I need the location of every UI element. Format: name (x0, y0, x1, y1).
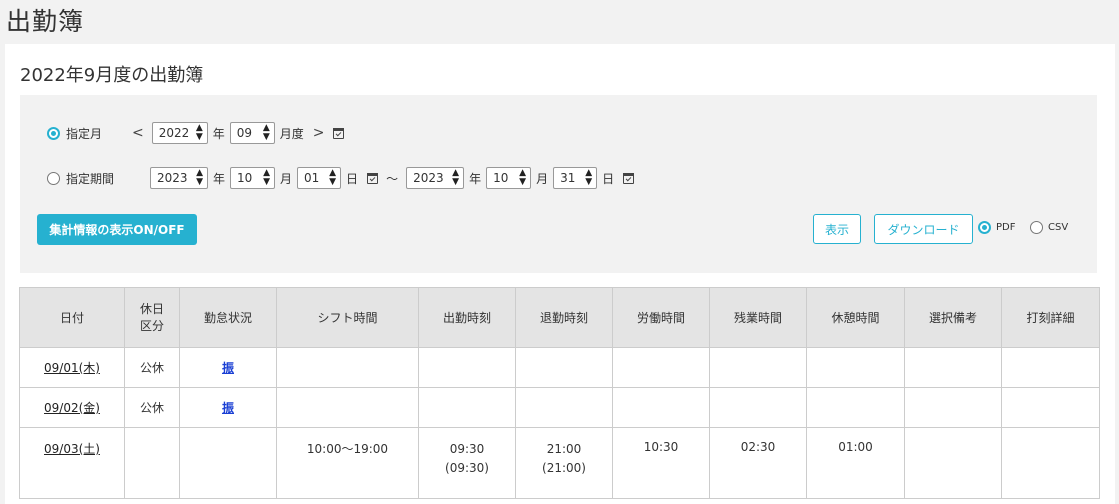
month-mode-radio[interactable] (47, 126, 60, 140)
note-cell (904, 427, 1002, 499)
end-year-select[interactable]: 2023 ▲ ▼ (406, 167, 465, 189)
period-mode-row: 指定期間 2023 ▲ ▼ 年 10 ▲ ▼ 月 01 ▲ ▼ 日 〜 2023 ▲ ▼ 年 1… (47, 167, 635, 189)
month-mode-label: 指定月 (66, 126, 103, 141)
status-link[interactable]: 振 (222, 361, 234, 375)
updown-icon: ▲ ▼ (195, 123, 203, 142)
card-title: 2022年9月度の出勤簿 (20, 65, 204, 86)
col-work-hours: 労働時間 (612, 287, 710, 348)
updown-icon: ▲ ▼ (263, 168, 271, 187)
clock-in-cell (418, 387, 516, 428)
updown-icon: ▲ ▼ (196, 168, 204, 187)
col-clock-out: 退勤時刻 (515, 287, 613, 348)
prev-month-icon[interactable]: < (132, 125, 144, 141)
format-pdf-option[interactable]: PDF (978, 221, 1015, 234)
holiday-cell (124, 427, 180, 499)
updown-icon: ▲ ▼ (452, 168, 460, 187)
range-separator: 〜 (386, 171, 399, 186)
detail-cell (1001, 427, 1100, 499)
start-year-select[interactable]: 2023 ▲ ▼ (150, 167, 209, 189)
attendance-table: 日付 休日区分 勤怠状況 シフト時間 出勤時刻 退勤時刻 労働時間 残業時間 休… (19, 287, 1100, 499)
shift-cell (276, 347, 419, 388)
next-month-icon[interactable]: > (313, 125, 325, 141)
download-button[interactable]: ダウンロード (874, 214, 973, 244)
overtime-cell: 02:30 (709, 427, 807, 499)
break-cell: 01:00 (806, 427, 905, 499)
col-holiday: 休日区分 (124, 287, 180, 348)
show-button[interactable]: 表示 (813, 214, 861, 244)
format-csv-option[interactable]: CSV (1030, 221, 1068, 234)
pdf-radio[interactable] (978, 221, 991, 234)
overtime-cell (709, 347, 807, 388)
date-link[interactable]: 09/01(木) (44, 361, 100, 375)
col-overtime: 残業時間 (709, 287, 807, 348)
shift-cell: 10:00〜19:00 (276, 427, 419, 499)
detail-cell (1001, 387, 1100, 428)
calendar-icon[interactable] (332, 127, 344, 139)
shift-cell (276, 387, 419, 428)
note-cell (904, 387, 1002, 428)
period-mode-radio[interactable] (47, 171, 60, 185)
overtime-cell (709, 387, 807, 428)
col-status: 勤怠状況 (179, 287, 277, 348)
holiday-cell: 公休 (124, 347, 180, 388)
month-mode-row: 指定月 < 2022 ▲ ▼ 年 09 ▲ ▼ 月度 > (47, 122, 344, 144)
month-select[interactable]: 09 ▲ ▼ (229, 122, 275, 144)
summary-toggle-button[interactable]: 集計情報の表示ON/OFF (37, 214, 197, 245)
table-header-row: 日付 休日区分 勤怠状況 シフト時間 出勤時刻 退勤時刻 労働時間 残業時間 休… (19, 287, 1100, 348)
csv-radio[interactable] (1030, 221, 1043, 234)
start-month-select[interactable]: 10 ▲ ▼ (230, 167, 276, 189)
updown-icon: ▲ ▼ (519, 168, 527, 187)
break-cell (806, 347, 905, 388)
table-row: 09/03(土) 10:00〜19:00 09:30 (09:30) 21:00(… (19, 427, 1100, 499)
work-cell (612, 347, 710, 388)
year-select[interactable]: 2022 ▲ ▼ (151, 122, 208, 144)
table-row: 09/01(木) 公休 振 (19, 347, 1100, 388)
col-shift: シフト時間 (276, 287, 419, 348)
filter-panel: 指定月 < 2022 ▲ ▼ 年 09 ▲ ▼ 月度 > 指定期間 2023 ▲ ▼ 年 1… (20, 95, 1097, 273)
start-day-select[interactable]: 01 ▲ ▼ (297, 167, 342, 189)
updown-icon: ▲ ▼ (329, 168, 337, 187)
period-mode-label: 指定期間 (66, 171, 115, 186)
holiday-cell: 公休 (124, 387, 180, 428)
date-link[interactable]: 09/02(金) (44, 401, 100, 415)
col-clock-in: 出勤時刻 (418, 287, 516, 348)
col-detail: 打刻詳細 (1001, 287, 1100, 348)
col-date: 日付 (19, 287, 125, 348)
table-row: 09/02(金) 公休 振 (19, 387, 1100, 428)
calendar-icon[interactable] (367, 172, 379, 184)
status-cell (179, 427, 277, 499)
calendar-icon[interactable] (623, 172, 635, 184)
date-link[interactable]: 09/03(土) (44, 442, 100, 456)
clock-in-cell: 09:30 (09:30) (418, 427, 516, 499)
updown-icon: ▲ ▼ (262, 123, 270, 142)
note-cell (904, 347, 1002, 388)
clock-out-cell: 21:00 (21:00) (515, 427, 613, 499)
page-title: 出勤簿 (6, 7, 85, 36)
detail-cell (1001, 347, 1100, 388)
clock-out-cell (515, 347, 613, 388)
end-month-select[interactable]: 10 ▲ ▼ (486, 167, 532, 189)
work-cell (612, 387, 710, 428)
status-link[interactable]: 振 (222, 401, 234, 415)
clock-out-cell (515, 387, 613, 428)
end-day-select[interactable]: 31 ▲ ▼ (553, 167, 598, 189)
col-break: 休憩時間 (806, 287, 905, 348)
clock-in-cell (418, 347, 516, 388)
updown-icon: ▲ ▼ (585, 168, 593, 187)
break-cell (806, 387, 905, 428)
work-cell: 10:30 (612, 427, 710, 499)
col-note: 選択備考 (904, 287, 1002, 348)
